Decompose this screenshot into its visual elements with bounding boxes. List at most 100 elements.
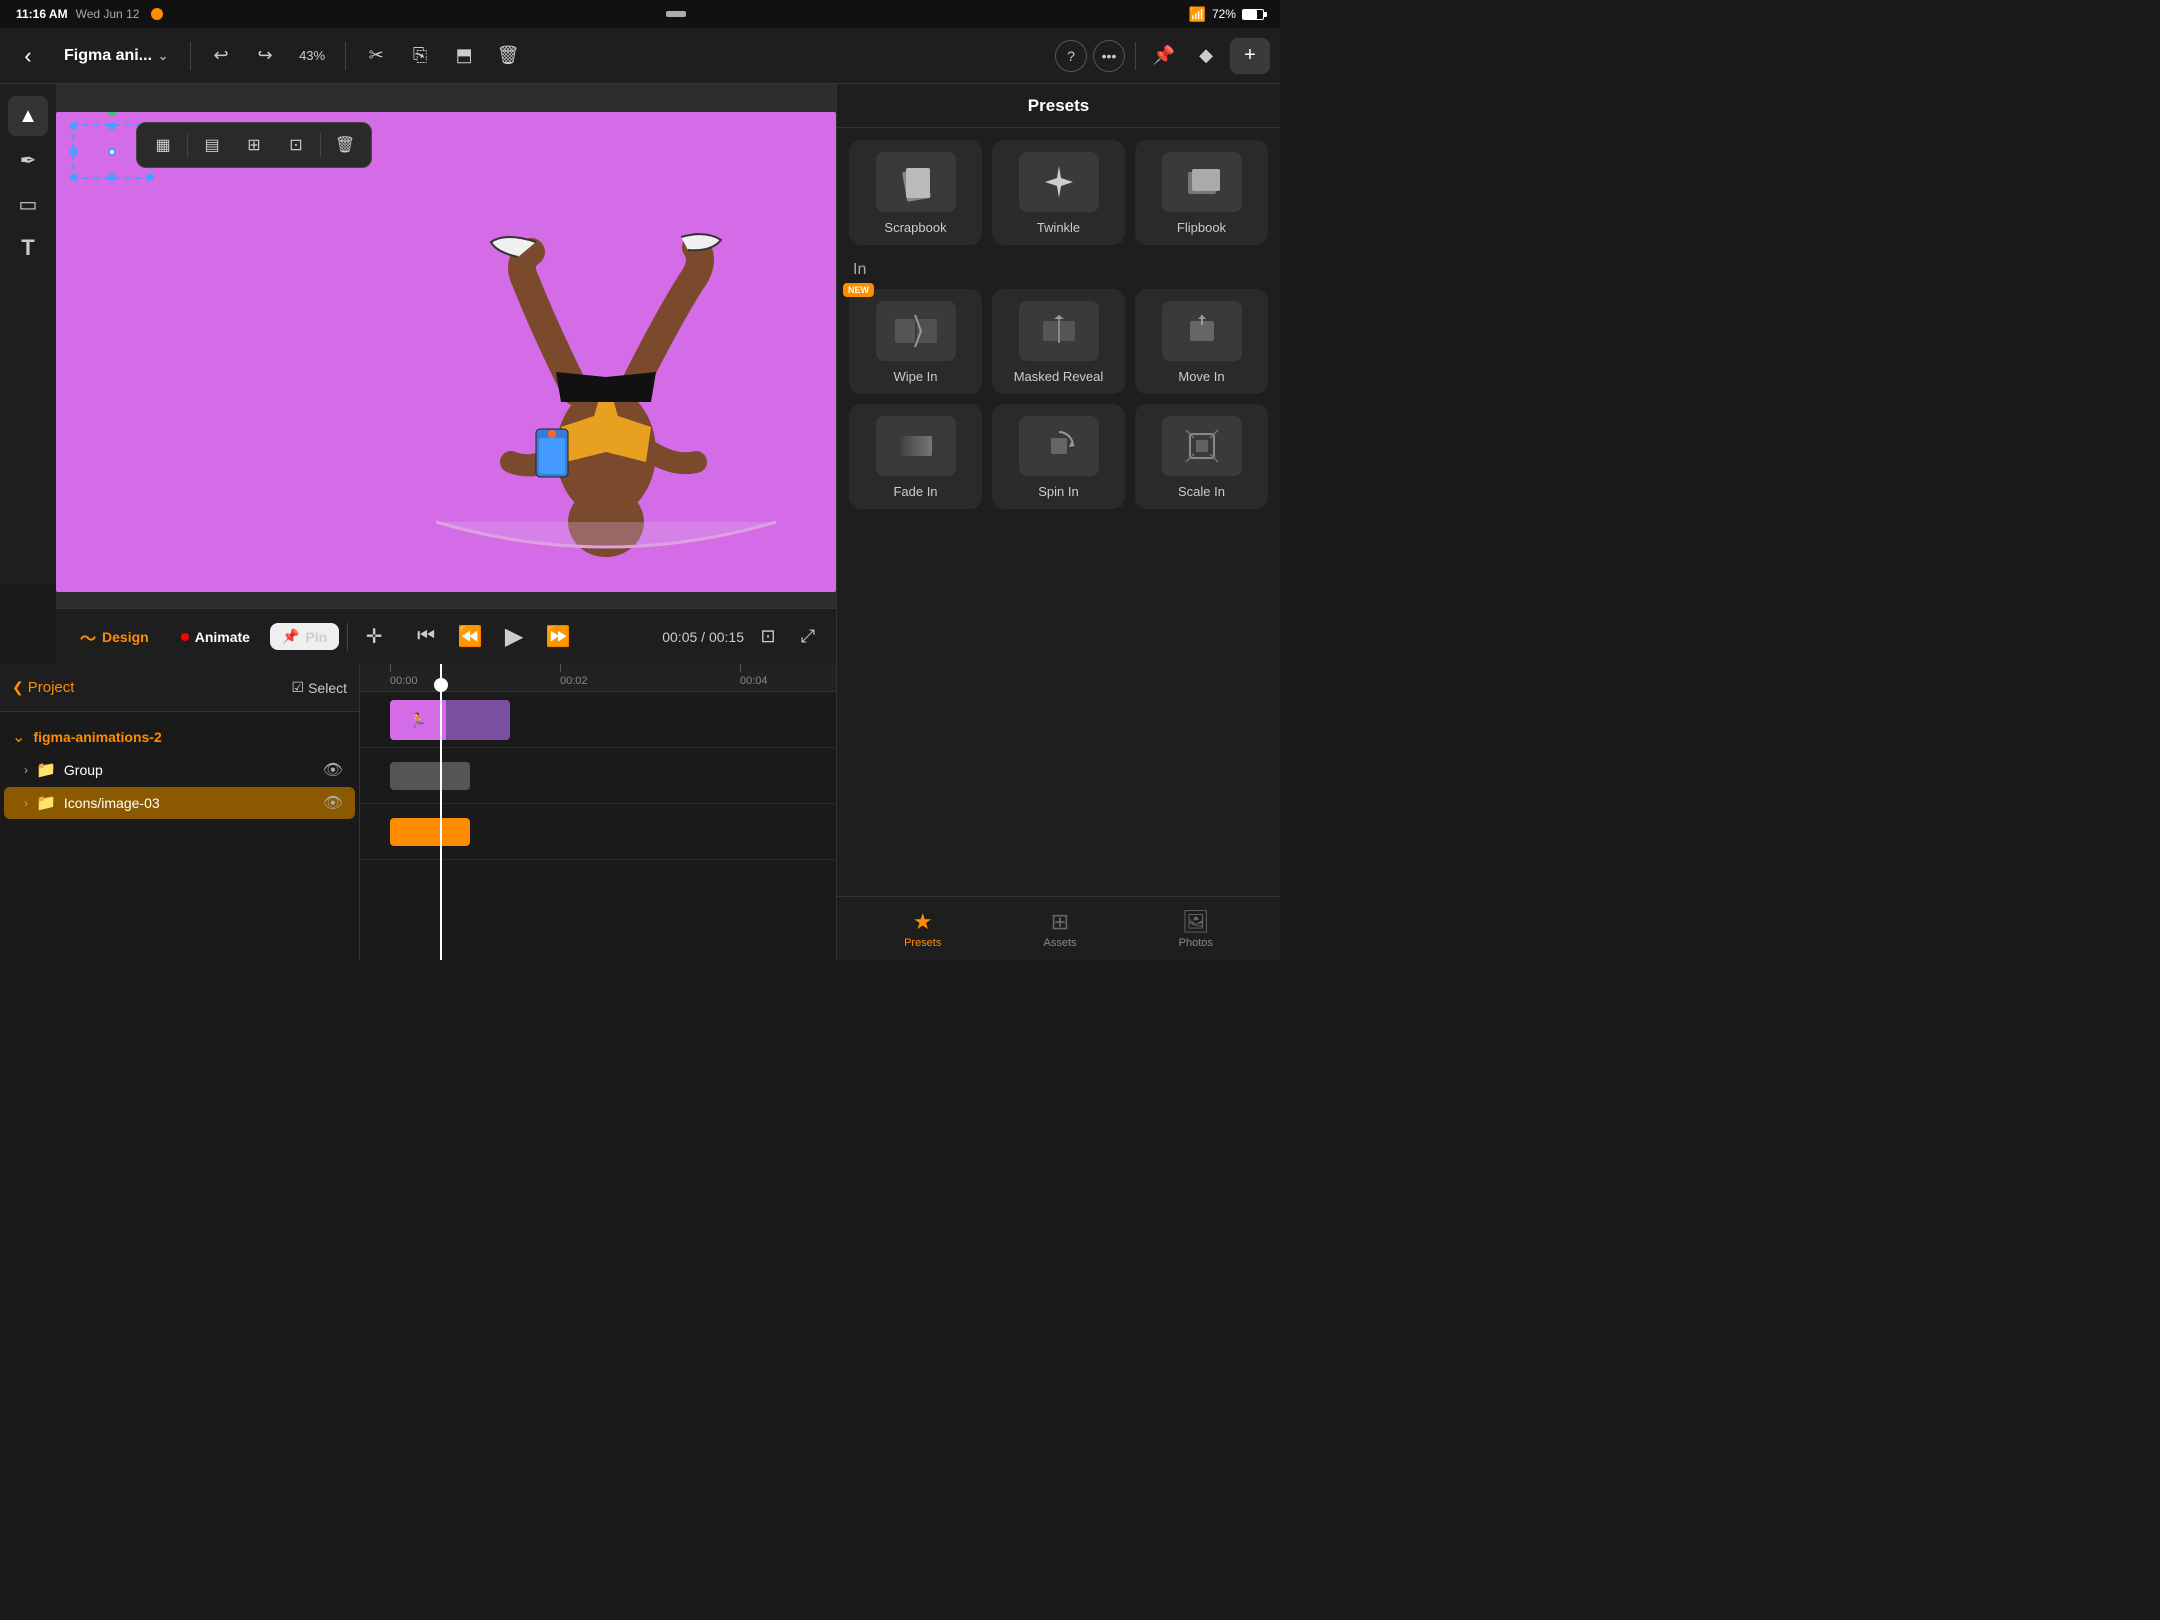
canvas-content: ▦ ▤ ⊞ ⊡ 🗑 [56, 84, 836, 620]
align-button[interactable]: ▤ [194, 127, 230, 163]
handle-top-mid[interactable] [108, 122, 116, 130]
folder-icon: 📁 [36, 793, 56, 813]
play-time-display: 00:05 / 00:15 [662, 629, 744, 645]
preset-icon-spin-in [1019, 416, 1099, 476]
playhead-marker [434, 678, 448, 692]
play-button[interactable]: ▶ [496, 619, 532, 655]
shape-tool-button[interactable]: ◆ [1188, 38, 1224, 74]
preset-card-twinkle[interactable]: Twinkle [992, 140, 1125, 245]
mini-toolbar-sep-2 [320, 133, 321, 157]
preset-icon-masked-reveal [1019, 301, 1099, 361]
project-nav-button[interactable]: ❮ Project [12, 679, 74, 696]
presets-scroll: Scrapbook Twinkle Flipbook In NEW [837, 128, 1280, 896]
cut-button[interactable]: ✂ [358, 38, 394, 74]
copy-button[interactable]: ⎘ [402, 38, 438, 74]
back-button[interactable]: ‹ [10, 38, 46, 74]
select-button[interactable]: ☑ Select [292, 679, 347, 696]
list-item[interactable]: › 📁 Icons/image-03 👁 [4, 787, 355, 819]
preset-label-scale-in: Scale In [1178, 484, 1225, 499]
handle-bot-mid[interactable] [108, 173, 116, 181]
orange-clip[interactable] [390, 818, 470, 846]
presets-tab-icon: ★ [913, 909, 933, 935]
preset-card-scrapbook[interactable]: Scrapbook [849, 140, 982, 245]
photos-tab-label: Photos [1179, 937, 1213, 949]
more-options-button[interactable]: ••• [1093, 40, 1125, 72]
pin-label: Pin [305, 629, 327, 645]
tab-presets[interactable]: ★ Presets [888, 905, 957, 953]
toolbar-right: ? ••• 📌 ◆ + [1055, 38, 1270, 74]
preset-icon-flipbook [1162, 152, 1242, 212]
audio-clip[interactable] [390, 762, 470, 790]
current-time: 00:05 [662, 629, 697, 645]
undo-button[interactable]: ↩ [203, 38, 239, 74]
project-label: Project [28, 679, 75, 696]
timeline-sidebar-header: ❮ Project ☑ Select [0, 664, 359, 712]
back-frame-button[interactable]: ⏪ [452, 619, 488, 655]
preset-card-move-in[interactable]: Move In [1135, 289, 1268, 394]
checkbox-icon: ☑ [292, 679, 305, 696]
pen-tool-button[interactable]: ✒ [8, 140, 48, 180]
design-mode-button[interactable]: 〜 Design [68, 620, 161, 654]
tab-photos[interactable]: 🖼 Photos [1163, 905, 1229, 953]
play-separator [347, 623, 348, 651]
animate-mode-button[interactable]: Animate [169, 624, 262, 650]
right-panel: Presets Scrapbook Twinkle Flipbook [836, 84, 1280, 960]
play-bar: 〜 Design Animate 📌 Pin ✛ ⏮ ⏪ ▶ ⏩ 00:05 /… [56, 608, 836, 664]
preset-card-masked-reveal[interactable]: Masked Reveal [992, 289, 1125, 394]
help-button[interactable]: ? [1055, 40, 1087, 72]
handle-center[interactable] [108, 148, 116, 156]
redo-button[interactable]: ↪ [247, 38, 283, 74]
video-thumbnail: 🏃 [390, 700, 446, 740]
pin-mode-button[interactable]: 📌 Pin [270, 623, 339, 650]
project-title-button[interactable]: Figma ani... ⌄ [54, 41, 178, 71]
text-tool-button[interactable]: T [8, 228, 48, 268]
crop-button[interactable]: ⊡ [278, 127, 314, 163]
preset-card-scale-in[interactable]: Scale In [1135, 404, 1268, 509]
add-element-button[interactable]: + [1230, 38, 1270, 74]
status-bar: 11:16 AM Wed Jun 12 📶 72% [0, 0, 1280, 28]
expand-button[interactable]: ⊡ [752, 621, 784, 653]
orange-dot [151, 8, 163, 20]
paste-button[interactable]: ⬒ [446, 38, 482, 74]
handle-mid-left[interactable] [70, 148, 78, 156]
preset-card-wipe-in[interactable]: NEW Wipe In [849, 289, 982, 394]
rect-tool-button[interactable]: ▭ [8, 184, 48, 224]
figure-illustration [436, 192, 776, 592]
list-item[interactable]: ⌄ figma-animations-2 [4, 721, 355, 753]
chevron-left-icon: ❮ [12, 679, 24, 696]
tab-assets[interactable]: ⊞ Assets [1028, 905, 1093, 953]
preset-card-fade-in[interactable]: Fade In [849, 404, 982, 509]
video-frame[interactable]: ▦ ▤ ⊞ ⊡ 🗑 [56, 112, 836, 592]
move-playhead-button[interactable]: ✛ [356, 619, 392, 655]
preset-card-spin-in[interactable]: Spin In [992, 404, 1125, 509]
mini-delete-button[interactable]: 🗑 [327, 127, 363, 163]
playhead [440, 664, 442, 960]
handle-bot-left[interactable] [70, 173, 78, 181]
video-clip[interactable]: 🏃 [390, 700, 510, 740]
preset-card-flipbook[interactable]: Flipbook [1135, 140, 1268, 245]
checker-button[interactable]: ▦ [145, 127, 181, 163]
visibility-icon[interactable]: 👁 [323, 760, 343, 780]
fullscreen-button[interactable]: ⤢ [792, 621, 824, 653]
presets-tab-label: Presets [904, 937, 941, 949]
expand-icon: › [24, 796, 28, 810]
select-tool-button[interactable]: ▲ [8, 96, 48, 136]
frame-button[interactable]: ⊞ [236, 127, 272, 163]
delete-button[interactable]: 🗑 [490, 38, 526, 74]
presets-section-in-label: In [853, 261, 1268, 279]
canvas-area: ▦ ▤ ⊞ ⊡ 🗑 [56, 84, 836, 620]
preset-label-spin-in: Spin In [1038, 484, 1078, 499]
rotation-handle[interactable] [108, 112, 116, 116]
zoom-button[interactable]: 43% [291, 44, 333, 67]
rewind-button[interactable]: ⏮ [408, 619, 444, 655]
chevron-down-icon: ⌄ [158, 49, 168, 63]
visibility-icon[interactable]: 👁 [323, 793, 343, 813]
status-day: Wed Jun 12 [76, 7, 140, 21]
pin-tool-button[interactable]: 📌 [1146, 38, 1182, 74]
handle-bot-right[interactable] [146, 173, 154, 181]
timeline-items: ⌄ figma-animations-2 › 📁 Group 👁 › 📁 Ico… [0, 712, 359, 960]
handle-top-left[interactable] [70, 122, 78, 130]
forward-frame-button[interactable]: ⏩ [540, 619, 576, 655]
list-item[interactable]: › 📁 Group 👁 [4, 754, 355, 786]
project-title-label: Figma ani... [64, 47, 152, 65]
